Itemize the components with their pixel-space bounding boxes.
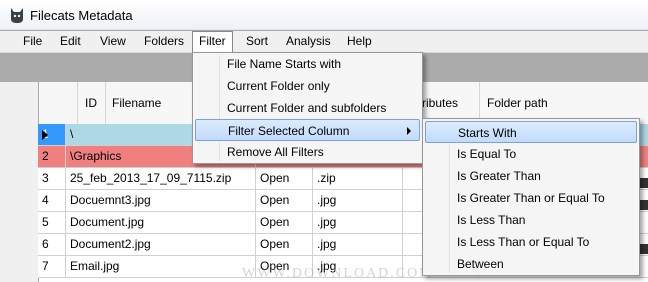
submenu-item-between[interactable]: Between xyxy=(425,253,637,275)
cell-attribute[interactable]: Open xyxy=(256,234,313,255)
cell-attribute[interactable]: Open xyxy=(256,212,313,233)
cat-app-icon xyxy=(8,6,26,24)
submenu-item-label: Is Greater Than xyxy=(457,169,541,183)
menu-item-remove-all-filters[interactable]: Remove All Filters xyxy=(195,141,420,163)
submenu-item-label: Is Equal To xyxy=(457,147,517,161)
submenu-item-is-greater-than[interactable]: Is Greater Than xyxy=(425,165,637,187)
filter-menu: File Name Starts with Current Folder onl… xyxy=(192,52,423,164)
submenu-item-label: Starts With xyxy=(458,126,517,140)
menu-item-file-name-starts-with[interactable]: File Name Starts with xyxy=(195,53,420,75)
submenu-item-starts-with[interactable]: Starts With xyxy=(425,121,637,143)
cell-id[interactable]: 6 xyxy=(38,234,66,255)
menu-item-current-folder-and-subfolders[interactable]: Current Folder and subfolders xyxy=(195,97,420,119)
column-separator xyxy=(77,82,78,124)
cell-attribute[interactable]: Open xyxy=(256,190,313,211)
filter-column-submenu: Starts With Is Equal To Is Greater Than … xyxy=(422,118,640,276)
menu-analysis[interactable]: Analysis xyxy=(280,31,337,52)
menu-bar: File Edit View Folders Filter Sort Analy… xyxy=(0,31,648,53)
cell-filename[interactable]: Docuemnt3.jpg xyxy=(66,190,256,211)
watermark: WWW.DOWNLOAD.COM xyxy=(242,266,434,281)
menu-help[interactable]: Help xyxy=(341,31,378,52)
cell-filename[interactable]: Document.jpg xyxy=(66,212,256,233)
submenu-item-label: Is Less Than xyxy=(457,213,526,227)
cell-extension[interactable]: .jpg xyxy=(313,212,403,233)
submenu-item-is-greater-than-or-equal-to[interactable]: Is Greater Than or Equal To xyxy=(425,187,637,209)
cell-extension[interactable]: .jpg xyxy=(313,234,403,255)
cell-id[interactable]: 4 xyxy=(38,190,66,211)
cell-extension[interactable]: .zip xyxy=(313,168,403,189)
cell-id[interactable]: 5 xyxy=(38,212,66,233)
menu-folders[interactable]: Folders xyxy=(138,31,190,52)
submenu-item-is-less-than-or-equal-to[interactable]: Is Less Than or Equal To xyxy=(425,231,637,253)
column-header-id[interactable]: ID xyxy=(85,96,97,110)
cell-id[interactable]: 2 xyxy=(38,146,66,167)
menu-item-label: Filter Selected Column xyxy=(228,124,350,138)
menu-file[interactable]: File xyxy=(17,31,48,52)
cell-id[interactable]: 3 xyxy=(38,168,66,189)
menu-sort[interactable]: Sort xyxy=(240,31,274,52)
column-header-filename[interactable]: Filename xyxy=(112,96,161,110)
submenu-item-label: Is Less Than or Equal To xyxy=(457,235,590,249)
cell-id[interactable]: 7 xyxy=(38,256,66,277)
submenu-item-is-equal-to[interactable]: Is Equal To xyxy=(425,143,637,165)
row-header-column xyxy=(0,82,39,282)
cell-filename[interactable]: Email.jpg xyxy=(66,256,256,277)
cell-attribute[interactable]: Open xyxy=(256,168,313,189)
menu-item-filter-selected-column[interactable]: Filter Selected Column xyxy=(195,119,420,141)
submenu-arrow-icon xyxy=(407,127,411,135)
column-header-folder-path[interactable]: Folder path xyxy=(487,96,548,110)
menu-edit[interactable]: Edit xyxy=(54,31,87,52)
menu-item-label: Current Folder and subfolders xyxy=(227,101,387,115)
submenu-item-label: Is Greater Than or Equal To xyxy=(457,191,605,205)
menu-item-current-folder-only[interactable]: Current Folder only xyxy=(195,75,420,97)
cell-filename[interactable]: Document2.jpg xyxy=(66,234,256,255)
menu-item-label: File Name Starts with xyxy=(227,57,342,71)
cell-extension[interactable]: .jpg xyxy=(313,190,403,211)
column-header-attributes[interactable]: ributes xyxy=(422,96,458,110)
cell-filename[interactable]: 25_feb_2013_17_09_7115.zip xyxy=(66,168,256,189)
submenu-item-is-less-than[interactable]: Is Less Than xyxy=(425,209,637,231)
menu-item-label: Current Folder only xyxy=(227,79,330,93)
window-title: Filecats Metadata xyxy=(30,8,133,23)
menu-view[interactable]: View xyxy=(94,31,132,52)
title-bar: Filecats Metadata xyxy=(0,0,648,30)
column-separator xyxy=(105,82,106,124)
current-row-arrow-icon xyxy=(42,130,48,140)
submenu-item-label: Between xyxy=(457,257,504,271)
menu-filter[interactable]: Filter xyxy=(192,31,233,53)
menu-item-label: Remove All Filters xyxy=(227,145,324,159)
